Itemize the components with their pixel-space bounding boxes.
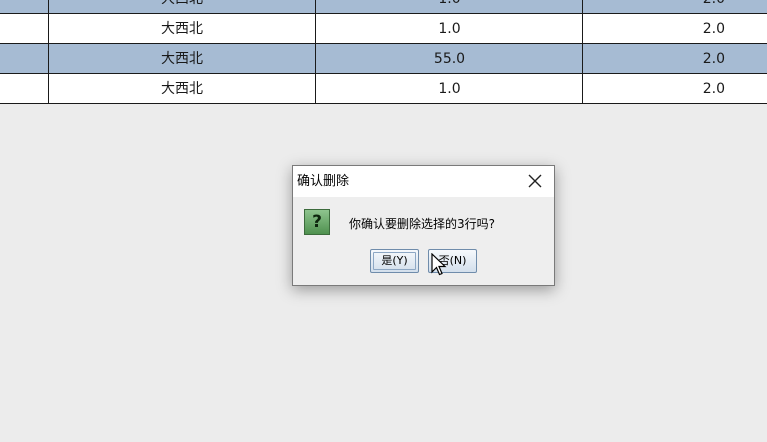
column-divider	[48, 74, 49, 104]
column-divider	[48, 0, 49, 14]
column-divider	[48, 44, 49, 74]
column-divider	[315, 44, 316, 74]
rate-cell[interactable]: 2.0	[583, 0, 767, 14]
column-divider	[315, 14, 316, 44]
name-cell[interactable]: 大西北	[48, 74, 316, 104]
column-divider	[582, 44, 583, 74]
data-table: 大西北 1.0 2.0 大西北 1.0 2.0 大西北 55.0 2.0 大西北…	[0, 0, 767, 104]
rate-cell[interactable]: 2.0	[583, 74, 767, 104]
dialog-title: 确认删除	[297, 174, 350, 189]
table-row[interactable]: 大西北 1.0 2.0	[0, 0, 767, 14]
row-index-cell[interactable]	[0, 0, 48, 14]
rate-cell[interactable]: 2.0	[583, 44, 767, 74]
name-cell[interactable]: 大西北	[48, 0, 316, 14]
row-index-cell[interactable]	[0, 74, 48, 104]
table-row[interactable]: 大西北 1.0 2.0	[0, 14, 767, 44]
value-cell[interactable]: 1.0	[316, 74, 583, 104]
rate-cell[interactable]: 2.0	[583, 14, 767, 44]
value-cell[interactable]: 55.0	[316, 44, 583, 74]
column-divider	[582, 0, 583, 14]
column-divider	[315, 0, 316, 14]
dialog-message: 你确认要删除选择的3行吗?	[349, 217, 496, 231]
value-cell[interactable]: 1.0	[316, 0, 583, 14]
yes-button[interactable]: 是(Y)	[370, 249, 419, 273]
row-divider	[0, 103, 767, 104]
name-cell[interactable]: 大西北	[48, 14, 316, 44]
table-row[interactable]: 大西北 55.0 2.0	[0, 44, 767, 74]
mouse-cursor-icon	[431, 253, 447, 276]
dialog-title-bar[interactable]: 确认删除	[293, 166, 554, 197]
yes-button-label: 是(Y)	[381, 254, 408, 267]
question-icon: ?	[304, 209, 330, 235]
row-index-cell[interactable]	[0, 14, 48, 44]
confirm-delete-dialog[interactable]: 确认删除 ? 你确认要删除选择的3行吗? 是(Y) 否(N)	[292, 165, 555, 286]
name-cell[interactable]: 大西北	[48, 44, 316, 74]
close-icon[interactable]	[526, 172, 544, 190]
column-divider	[48, 14, 49, 44]
column-divider	[582, 74, 583, 104]
value-cell[interactable]: 1.0	[316, 14, 583, 44]
row-index-cell[interactable]	[0, 44, 48, 74]
column-divider	[582, 14, 583, 44]
table-row[interactable]: 大西北 1.0 2.0	[0, 74, 767, 104]
column-divider	[315, 74, 316, 104]
